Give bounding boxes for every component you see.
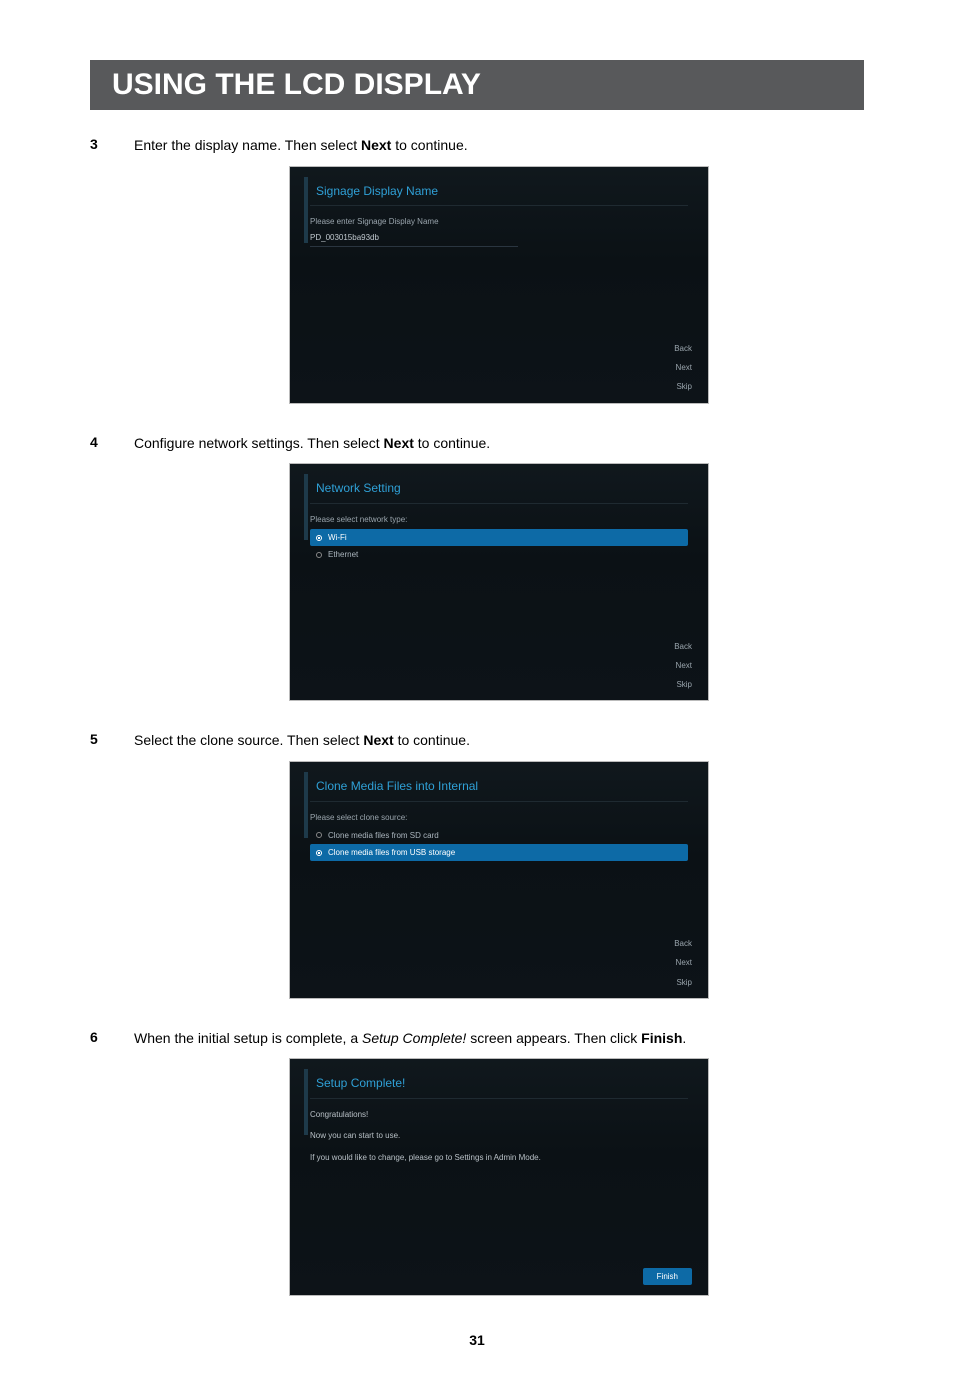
radio-icon bbox=[316, 832, 322, 838]
option-label: Clone media files from USB storage bbox=[328, 847, 455, 858]
start-text: Now you can start to use. bbox=[310, 1130, 688, 1141]
panel-title: Network Setting bbox=[310, 480, 688, 497]
radio-icon bbox=[316, 552, 322, 558]
finish-button[interactable]: Finish bbox=[643, 1268, 692, 1285]
step-number: 6 bbox=[90, 1029, 104, 1045]
back-button[interactable]: Back bbox=[674, 938, 692, 949]
congrats-text: Congratulations! bbox=[310, 1109, 688, 1120]
next-button[interactable]: Next bbox=[676, 362, 692, 373]
admin-hint-text: If you would like to change, please go t… bbox=[310, 1152, 688, 1163]
step-desc: Enter the display name. Then select Next… bbox=[134, 136, 864, 156]
select-label: Please select network type: bbox=[310, 514, 688, 525]
panel-title: Signage Display Name bbox=[310, 183, 688, 200]
setup-complete-panel: Setup Complete! Congratulations! Now you… bbox=[289, 1058, 709, 1296]
signage-display-name-panel: Signage Display Name Please enter Signag… bbox=[289, 166, 709, 404]
next-button[interactable]: Next bbox=[676, 957, 692, 968]
network-setting-panel: Network Setting Please select network ty… bbox=[289, 463, 709, 701]
step-desc: Select the clone source. Then select Nex… bbox=[134, 731, 864, 751]
skip-button[interactable]: Skip bbox=[676, 679, 692, 690]
step-desc: Configure network settings. Then select … bbox=[134, 434, 864, 454]
option-label: Wi-Fi bbox=[328, 532, 347, 543]
step-3: 3 Enter the display name. Then select Ne… bbox=[90, 136, 864, 420]
divider bbox=[310, 801, 688, 802]
network-option-wifi[interactable]: Wi-Fi bbox=[310, 529, 688, 546]
next-button[interactable]: Next bbox=[676, 660, 692, 671]
section-header: USING THE LCD DISPLAY bbox=[90, 60, 864, 110]
option-label: Clone media files from SD card bbox=[328, 830, 439, 841]
divider bbox=[310, 503, 688, 504]
radio-icon bbox=[316, 535, 322, 541]
section-title: USING THE LCD DISPLAY bbox=[112, 68, 842, 102]
radio-icon bbox=[316, 850, 322, 856]
input-label: Please enter Signage Display Name bbox=[310, 216, 688, 227]
select-label: Please select clone source: bbox=[310, 812, 688, 823]
step-number: 5 bbox=[90, 731, 104, 747]
display-name-input[interactable]: PD_003015ba93db bbox=[310, 232, 518, 247]
clone-option-sd[interactable]: Clone media files from SD card bbox=[310, 827, 688, 844]
skip-button[interactable]: Skip bbox=[676, 381, 692, 392]
step-number: 4 bbox=[90, 434, 104, 450]
step-list: 3 Enter the display name. Then select Ne… bbox=[90, 136, 864, 1312]
network-option-ethernet[interactable]: Ethernet bbox=[310, 546, 688, 563]
divider bbox=[310, 205, 688, 206]
back-button[interactable]: Back bbox=[674, 343, 692, 354]
step-5: 5 Select the clone source. Then select N… bbox=[90, 731, 864, 1015]
panel-title: Clone Media Files into Internal bbox=[310, 778, 688, 795]
back-button[interactable]: Back bbox=[674, 641, 692, 652]
clone-option-usb[interactable]: Clone media files from USB storage bbox=[310, 844, 688, 861]
step-desc: When the initial setup is complete, a Se… bbox=[134, 1029, 864, 1049]
step-6: 6 When the initial setup is complete, a … bbox=[90, 1029, 864, 1313]
clone-media-panel: Clone Media Files into Internal Please s… bbox=[289, 761, 709, 999]
step-number: 3 bbox=[90, 136, 104, 152]
step-4: 4 Configure network settings. Then selec… bbox=[90, 434, 864, 718]
skip-button[interactable]: Skip bbox=[676, 977, 692, 988]
divider bbox=[310, 1098, 688, 1099]
option-label: Ethernet bbox=[328, 549, 358, 560]
panel-title: Setup Complete! bbox=[310, 1075, 688, 1092]
page-number: 31 bbox=[90, 1332, 864, 1348]
